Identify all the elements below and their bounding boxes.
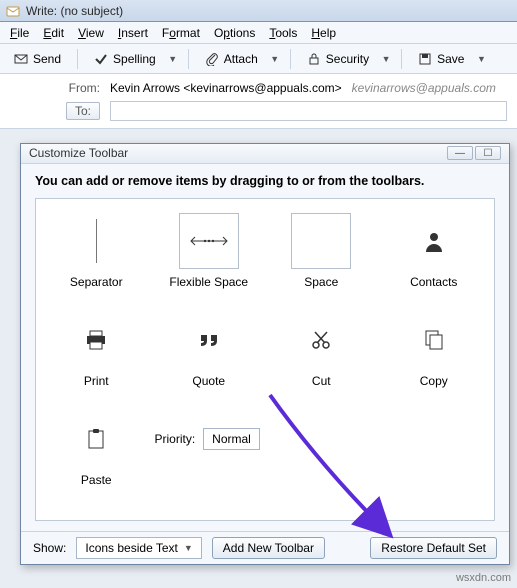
spelling-dropdown[interactable]: ▼ bbox=[168, 54, 178, 64]
menu-view[interactable]: View bbox=[78, 26, 104, 40]
menu-options[interactable]: Options bbox=[214, 26, 255, 40]
save-dropdown[interactable]: ▼ bbox=[476, 54, 486, 64]
to-input[interactable] bbox=[110, 101, 507, 121]
chevron-down-icon: ▼ bbox=[184, 543, 193, 553]
add-new-toolbar-button[interactable]: Add New Toolbar bbox=[212, 537, 325, 559]
item-label: Copy bbox=[420, 374, 448, 388]
space-icon bbox=[291, 213, 351, 269]
show-label: Show: bbox=[33, 541, 66, 555]
priority-label: Priority: bbox=[155, 432, 196, 446]
app-icon bbox=[6, 4, 20, 18]
menu-tools[interactable]: Tools bbox=[269, 26, 297, 40]
item-copy[interactable]: Copy bbox=[380, 312, 489, 407]
maximize-button[interactable]: ☐ bbox=[475, 146, 501, 160]
security-dropdown[interactable]: ▼ bbox=[381, 54, 391, 64]
menu-insert[interactable]: Insert bbox=[118, 26, 148, 40]
attach-label: Attach bbox=[224, 52, 258, 66]
item-space[interactable]: Space bbox=[267, 213, 376, 308]
security-button[interactable]: Security bbox=[301, 49, 375, 69]
security-label: Security bbox=[326, 52, 369, 66]
send-button[interactable]: Send bbox=[8, 49, 67, 69]
save-label: Save bbox=[437, 52, 464, 66]
separator-icon bbox=[96, 219, 97, 263]
show-value: Icons beside Text bbox=[85, 541, 178, 555]
priority-select[interactable]: Normal bbox=[203, 428, 260, 450]
item-label: Separator bbox=[70, 275, 123, 289]
cut-icon bbox=[291, 312, 351, 368]
watermark: wsxdn.com bbox=[456, 572, 511, 584]
attach-dropdown[interactable]: ▼ bbox=[270, 54, 280, 64]
spelling-label: Spelling bbox=[113, 52, 156, 66]
save-button[interactable]: Save bbox=[412, 49, 470, 69]
main-toolbar: Send Spelling ▼ Attach ▼ Security ▼ Save… bbox=[0, 44, 517, 74]
restore-default-set-button[interactable]: Restore Default Set bbox=[370, 537, 497, 559]
btn-label: Restore Default Set bbox=[381, 541, 486, 555]
copy-icon bbox=[404, 312, 464, 368]
menu-file[interactable]: File bbox=[10, 26, 29, 40]
window-title: Write: (no subject) bbox=[26, 4, 123, 18]
menu-help[interactable]: Help bbox=[311, 26, 336, 40]
item-print[interactable]: Print bbox=[42, 312, 151, 407]
minimize-button[interactable]: — bbox=[447, 146, 473, 160]
toolbar-separator bbox=[290, 49, 291, 69]
paperclip-icon bbox=[205, 52, 219, 66]
flexible-space-icon bbox=[179, 213, 239, 269]
toolbar-separator bbox=[77, 49, 78, 69]
item-flexible-space[interactable]: Flexible Space bbox=[155, 213, 264, 308]
btn-label: Add New Toolbar bbox=[223, 541, 314, 555]
to-button[interactable]: To: bbox=[66, 102, 100, 120]
item-cut[interactable]: Cut bbox=[267, 312, 376, 407]
dialog-footer: Show: Icons beside Text ▼ Add New Toolba… bbox=[21, 531, 509, 564]
customize-toolbar-dialog: Customize Toolbar — ☐ You can add or rem… bbox=[20, 143, 510, 565]
menu-edit[interactable]: Edit bbox=[43, 26, 64, 40]
toolbar-separator bbox=[401, 49, 402, 69]
lock-icon bbox=[307, 52, 321, 66]
address-area: From: Kevin Arrows <kevinarrows@appuals.… bbox=[0, 74, 517, 129]
item-label: Space bbox=[304, 275, 338, 289]
priority-value: Normal bbox=[212, 432, 251, 446]
spelling-button[interactable]: Spelling bbox=[88, 49, 162, 69]
from-label: From: bbox=[10, 81, 110, 95]
window-titlebar: Write: (no subject) bbox=[0, 0, 517, 22]
item-separator[interactable]: Separator bbox=[42, 213, 151, 308]
save-icon bbox=[418, 52, 432, 66]
contacts-icon bbox=[404, 213, 464, 269]
menubar: File Edit View Insert Format Options Too… bbox=[0, 22, 517, 44]
send-icon bbox=[14, 52, 28, 66]
from-value[interactable]: Kevin Arrows <kevinarrows@appuals.com> bbox=[110, 81, 342, 95]
item-label: Quote bbox=[192, 374, 225, 388]
item-priority[interactable]: Priority: Normal bbox=[155, 411, 376, 467]
menu-format[interactable]: Format bbox=[162, 26, 200, 40]
check-icon bbox=[94, 52, 108, 66]
item-label: Flexible Space bbox=[169, 275, 248, 289]
item-contacts[interactable]: Contacts bbox=[380, 213, 489, 308]
dialog-titlebar: Customize Toolbar — ☐ bbox=[21, 144, 509, 164]
print-icon bbox=[66, 312, 126, 368]
item-label: Contacts bbox=[410, 275, 457, 289]
item-label: Paste bbox=[81, 473, 112, 487]
show-select[interactable]: Icons beside Text ▼ bbox=[76, 537, 201, 559]
item-label: Cut bbox=[312, 374, 331, 388]
toolbar-separator bbox=[188, 49, 189, 69]
item-label: Print bbox=[84, 374, 109, 388]
toolbar-items-panel: Separator Flexible Space Space bbox=[35, 198, 495, 521]
item-quote[interactable]: Quote bbox=[155, 312, 264, 407]
dialog-title: Customize Toolbar bbox=[29, 146, 128, 160]
quote-icon bbox=[179, 312, 239, 368]
dialog-instructions: You can add or remove items by dragging … bbox=[35, 174, 495, 188]
attach-button[interactable]: Attach bbox=[199, 49, 264, 69]
item-paste[interactable]: Paste bbox=[42, 411, 151, 506]
send-label: Send bbox=[33, 52, 61, 66]
from-account: kevinarrows@appuals.com bbox=[352, 81, 496, 95]
paste-icon bbox=[66, 411, 126, 467]
